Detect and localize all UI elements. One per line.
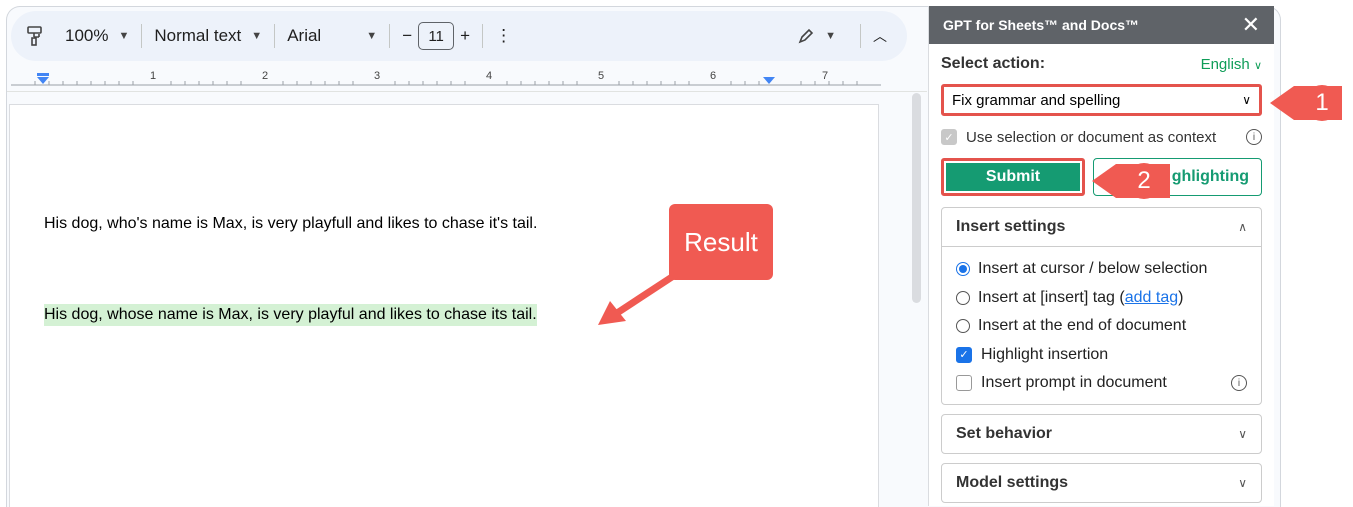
option-label-suffix: ): [1178, 288, 1184, 306]
editing-mode-button[interactable]: ▼: [791, 20, 842, 52]
select-action-label: Select action:: [941, 55, 1046, 72]
chevron-down-icon: ∨: [1242, 93, 1251, 107]
chevron-down-icon: ∨: [1238, 475, 1247, 490]
context-label: Use selection or document as context: [966, 128, 1217, 146]
left-indent-icon: [37, 77, 49, 84]
ruler-mark: 6: [710, 70, 716, 82]
result-arrow-icon: [598, 269, 682, 325]
option-label: Highlight insertion: [981, 345, 1109, 363]
highlight-insertion-option[interactable]: ✓ Highlight insertion: [956, 341, 1247, 370]
collapse-toolbar-button[interactable]: ︿: [867, 20, 893, 52]
insert-settings-title: Insert settings: [956, 218, 1066, 235]
corrected-text[interactable]: His dog, whose name is Max, is very play…: [44, 304, 537, 326]
font-value: Arial: [287, 26, 322, 45]
font-size-input[interactable]: 11: [418, 22, 455, 50]
step-badge-2: 2: [1126, 163, 1162, 199]
model-settings-panel[interactable]: Model settings ∨: [941, 462, 1262, 503]
close-icon[interactable]: ✕: [1242, 12, 1260, 38]
addon-sidebar: GPT for Sheets™ and Docs™ ✕ Select actio…: [928, 6, 1274, 506]
caret-down-icon: ▼: [251, 30, 263, 42]
divider: [389, 24, 391, 48]
language-dropdown[interactable]: English ∨: [1201, 56, 1262, 73]
document-page[interactable]: His dog, who's name is Max, is very play…: [9, 104, 879, 507]
insert-option-end[interactable]: Insert at the end of document: [956, 312, 1247, 341]
submit-highlight-frame: Submit: [941, 158, 1085, 196]
context-option: ✓ Use selection or document as context i: [941, 116, 1262, 158]
set-behavior-title: Set behavior: [956, 424, 1053, 442]
plus-icon: +: [460, 26, 471, 45]
info-icon[interactable]: i: [1231, 375, 1247, 392]
insert-settings-header[interactable]: Insert settings ∧: [942, 208, 1261, 246]
ruler-mark: 7: [822, 70, 828, 82]
original-text[interactable]: His dog, who's name is Max, is very play…: [44, 215, 537, 233]
action-select-value: Fix grammar and spelling: [952, 91, 1121, 109]
sidebar-title: GPT for Sheets™ and Docs™: [943, 17, 1140, 33]
pencil-icon: [798, 28, 814, 44]
first-line-indent-icon: [37, 73, 49, 76]
caret-down-icon: ▼: [825, 30, 836, 42]
option-label: Insert at cursor / below selection: [978, 260, 1208, 278]
info-icon[interactable]: i: [1246, 129, 1262, 145]
radio[interactable]: [956, 319, 970, 334]
paint-format-icon[interactable]: [19, 20, 51, 52]
font-dropdown[interactable]: Arial ▼: [281, 20, 383, 52]
increase-font-button[interactable]: +: [454, 20, 476, 52]
insert-option-tag[interactable]: Insert at [insert] tag (add tag): [956, 284, 1247, 313]
add-tag-link[interactable]: add tag: [1125, 289, 1178, 307]
ruler-mark: 3: [374, 70, 380, 82]
divider: [274, 24, 276, 48]
option-label: Insert at the end of document: [978, 317, 1187, 335]
chevron-down-icon: ∨: [1238, 426, 1247, 441]
set-behavior-panel[interactable]: Set behavior ∨: [941, 413, 1262, 454]
set-behavior-header[interactable]: Set behavior ∨: [942, 415, 1261, 453]
step-badge-1: 1: [1304, 85, 1340, 121]
zoom-value: 100%: [65, 26, 109, 45]
ruler-mark: 4: [486, 70, 492, 82]
style-dropdown[interactable]: Normal text ▼: [148, 20, 268, 52]
sidebar-header: GPT for Sheets™ and Docs™ ✕: [929, 6, 1274, 44]
ruler-mark: 2: [262, 70, 268, 82]
style-value: Normal text: [154, 26, 242, 45]
vertical-scrollbar[interactable]: [912, 93, 921, 303]
document-canvas: His dog, who's name is Max, is very play…: [7, 91, 927, 507]
caret-down-icon: ▼: [118, 30, 130, 42]
checkbox[interactable]: [956, 375, 972, 392]
submit-button[interactable]: Submit: [946, 163, 1080, 191]
option-label: Insert prompt in document: [981, 374, 1167, 392]
decrease-font-button[interactable]: −: [396, 20, 418, 52]
ruler[interactable]: 1 2 3 4 5 6 7: [11, 67, 881, 89]
checkbox-checked[interactable]: ✓: [956, 346, 972, 363]
toolbar: 100% ▼ Normal text ▼ Arial ▼ − 11 + ⋮ ▼ ︿: [11, 11, 907, 61]
insert-settings-panel: Insert settings ∧ Insert at cursor / bel…: [941, 207, 1262, 405]
caret-down-icon: ▼: [366, 30, 378, 42]
context-checkbox[interactable]: ✓: [941, 129, 957, 145]
chevron-up-icon: ︿: [873, 28, 887, 44]
model-settings-header[interactable]: Model settings ∨: [942, 464, 1261, 502]
right-indent-icon: [763, 77, 775, 84]
ruler-mark: 5: [598, 70, 604, 82]
model-settings-title: Model settings: [956, 473, 1069, 491]
divider: [860, 24, 861, 48]
insert-option-cursor[interactable]: Insert at cursor / below selection: [956, 255, 1247, 284]
action-select[interactable]: Fix grammar and spelling ∨: [941, 84, 1262, 116]
chevron-up-icon: ∧: [1238, 220, 1247, 234]
chevron-down-icon: ∨: [1253, 59, 1262, 72]
option-label: Insert at [insert] tag (: [978, 288, 1125, 306]
minus-icon: −: [402, 26, 413, 45]
language-value: English: [1200, 55, 1250, 73]
radio[interactable]: [956, 290, 970, 305]
zoom-dropdown[interactable]: 100% ▼: [59, 20, 135, 52]
divider: [482, 24, 484, 48]
divider: [141, 24, 143, 48]
radio-selected[interactable]: [956, 262, 970, 277]
more-vert-icon: ⋮: [495, 26, 513, 45]
select-action-row: Select action: English ∨: [941, 44, 1262, 84]
ruler-mark: 1: [150, 70, 156, 82]
insert-prompt-option[interactable]: Insert prompt in document i: [956, 369, 1247, 398]
more-button[interactable]: ⋮: [489, 20, 518, 52]
